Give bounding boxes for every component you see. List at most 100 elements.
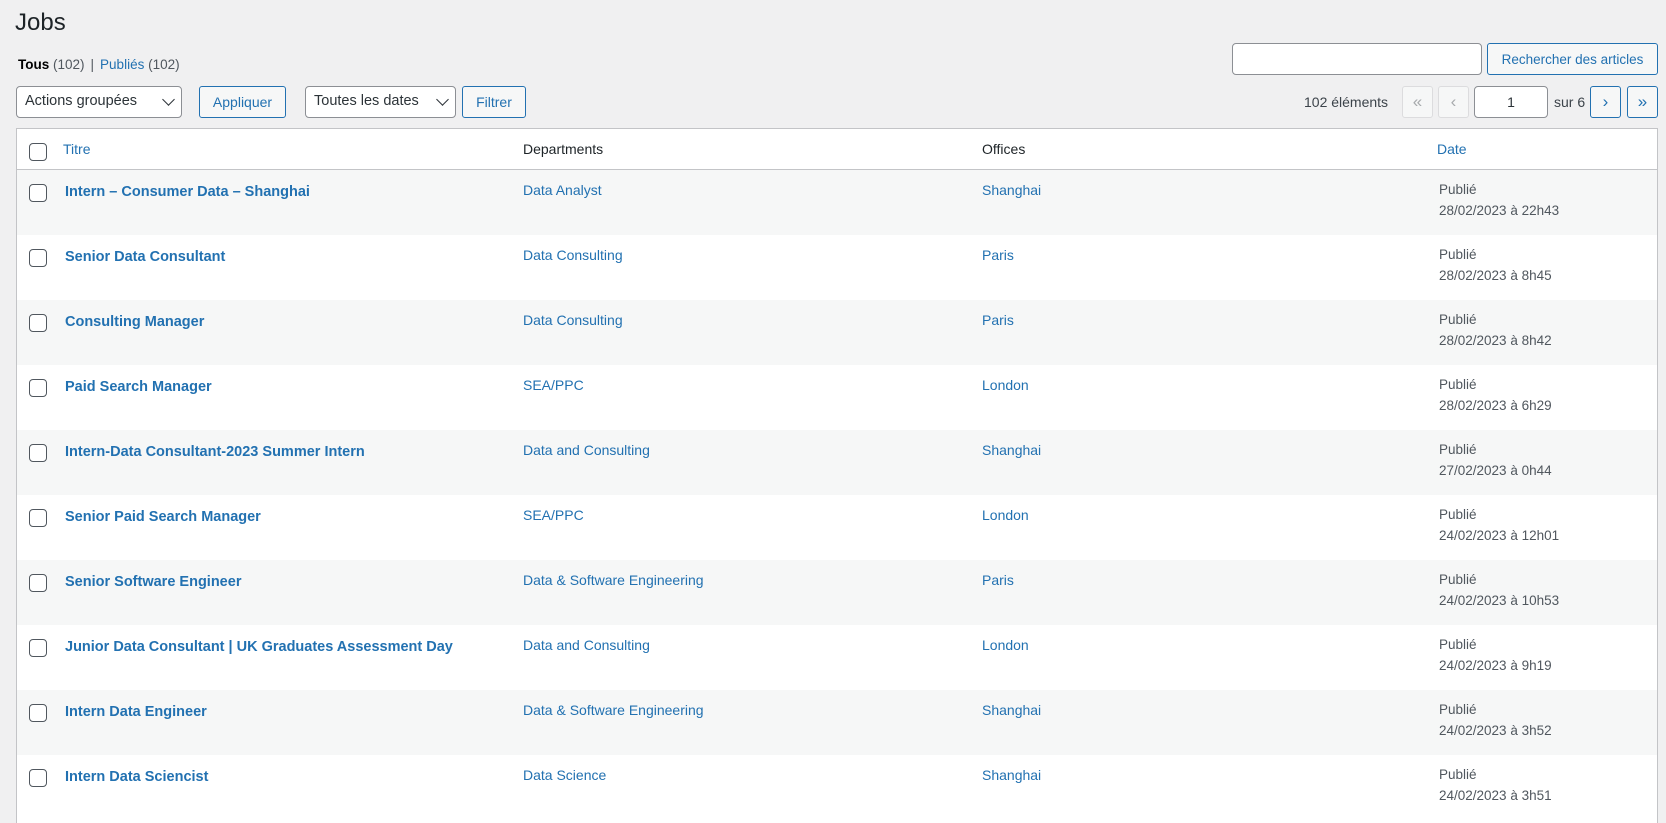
row-checkbox[interactable]	[29, 769, 47, 787]
column-offices: Offices	[982, 141, 1026, 157]
status-label: Publié	[1439, 507, 1477, 522]
date-label: 24/02/2023 à 12h01	[1439, 528, 1560, 543]
job-title-link[interactable]: Senior Software Engineer	[65, 574, 241, 590]
search-input[interactable]	[1232, 43, 1482, 75]
job-title-link[interactable]: Intern-Data Consultant-2023 Summer Inter…	[65, 444, 365, 460]
column-departments: Departments	[523, 141, 604, 157]
status-label: Publié	[1439, 637, 1477, 652]
last-page-button[interactable]: »	[1627, 86, 1658, 118]
table-body: Intern – Consumer Data – Shanghai Data An…	[17, 170, 1657, 820]
date-label: 24/02/2023 à 3h51	[1439, 788, 1552, 803]
status-label: Publié	[1439, 442, 1477, 457]
table-row: Consulting Manager Data Consulting Paris Pu…	[17, 300, 1657, 365]
department-link[interactable]: Data Analyst	[523, 182, 602, 198]
status-label: Publié	[1439, 182, 1477, 197]
table-row: Intern – Consumer Data – Shanghai Data An…	[17, 170, 1657, 235]
select-all-checkbox[interactable]	[29, 143, 47, 161]
table-row: Paid Search Manager SEA/PPC London Publié 28…	[17, 365, 1657, 430]
department-link[interactable]: Data Consulting	[523, 247, 623, 263]
status-label: Publié	[1439, 767, 1477, 782]
date-label: 27/02/2023 à 0h44	[1439, 463, 1552, 478]
first-page-button: «	[1402, 86, 1433, 118]
department-link[interactable]: SEA/PPC	[523, 507, 584, 523]
filter-button[interactable]: Filtrer	[462, 86, 526, 118]
date-label: 28/02/2023 à 6h29	[1439, 398, 1552, 413]
column-date-sort[interactable]: Date	[1437, 141, 1467, 157]
bulk-actions-value: Actions groupées	[25, 93, 138, 109]
filter-separator: |	[90, 57, 95, 72]
row-checkbox[interactable]	[29, 379, 47, 397]
date-filter-value: Toutes les dates	[314, 93, 419, 109]
office-link[interactable]: Paris	[982, 312, 1014, 328]
date-label: 24/02/2023 à 9h19	[1439, 658, 1552, 673]
status-label: Publié	[1439, 377, 1477, 392]
row-checkbox[interactable]	[29, 509, 47, 527]
department-link[interactable]: Data & Software Engineering	[523, 702, 704, 718]
department-link[interactable]: SEA/PPC	[523, 377, 584, 393]
office-link[interactable]: Shanghai	[982, 702, 1041, 718]
filter-published-link[interactable]: Publiés (102)	[100, 57, 180, 72]
row-checkbox[interactable]	[29, 314, 47, 332]
column-title-sort[interactable]: Titre	[63, 141, 90, 157]
department-link[interactable]: Data and Consulting	[523, 637, 650, 653]
department-link[interactable]: Data Science	[523, 767, 606, 783]
next-page-button[interactable]: ›	[1590, 86, 1621, 118]
chevron-down-icon	[436, 93, 449, 106]
chevron-down-icon	[162, 93, 175, 106]
apply-button[interactable]: Appliquer	[199, 86, 286, 118]
table-row: Senior Software Engineer Data & Software …	[17, 560, 1657, 625]
row-checkbox[interactable]	[29, 704, 47, 722]
job-title-link[interactable]: Intern Data Engineer	[65, 704, 207, 720]
office-link[interactable]: Shanghai	[982, 182, 1041, 198]
job-title-link[interactable]: Senior Paid Search Manager	[65, 509, 261, 525]
filter-all-link[interactable]: Tous (102)	[18, 57, 85, 72]
table-row: Intern Data Engineer Data & Software Engi…	[17, 690, 1657, 755]
search-button[interactable]: Rechercher des articles	[1487, 43, 1658, 75]
bulk-actions-select[interactable]: Actions groupées	[16, 86, 182, 118]
job-title-link[interactable]: Consulting Manager	[65, 314, 204, 330]
job-title-link[interactable]: Senior Data Consultant	[65, 249, 225, 265]
office-link[interactable]: Shanghai	[982, 767, 1041, 783]
date-label: 24/02/2023 à 3h52	[1439, 723, 1552, 738]
row-checkbox[interactable]	[29, 249, 47, 267]
date-label: 24/02/2023 à 10h53	[1439, 593, 1560, 608]
status-filter-links: Tous (102) | Publiés (102)	[18, 57, 180, 72]
row-checkbox[interactable]	[29, 184, 47, 202]
date-label: 28/02/2023 à 22h43	[1439, 203, 1560, 218]
row-checkbox[interactable]	[29, 574, 47, 592]
table-row: Senior Paid Search Manager SEA/PPC London P…	[17, 495, 1657, 560]
table-row: Intern Data Sciencist Data Science Shangha…	[17, 755, 1657, 820]
prev-page-button: ‹	[1438, 86, 1469, 118]
job-title-link[interactable]: Intern Data Sciencist	[65, 769, 208, 785]
date-label: 28/02/2023 à 8h45	[1439, 268, 1552, 283]
page-title: Jobs	[15, 9, 66, 36]
status-label: Publié	[1439, 247, 1477, 262]
office-link[interactable]: London	[982, 377, 1029, 393]
table-row: Senior Data Consultant Data Consulting Par…	[17, 235, 1657, 300]
jobs-table: Titre Departments Offices Date Intern – …	[16, 128, 1658, 823]
office-link[interactable]: Paris	[982, 572, 1014, 588]
office-link[interactable]: Shanghai	[982, 442, 1041, 458]
table-row: Intern-Data Consultant-2023 Summer Inter…	[17, 430, 1657, 495]
current-page-input[interactable]: 1	[1474, 86, 1548, 118]
status-label: Publié	[1439, 312, 1477, 327]
date-label: 28/02/2023 à 8h42	[1439, 333, 1552, 348]
office-link[interactable]: London	[982, 507, 1029, 523]
department-link[interactable]: Data Consulting	[523, 312, 623, 328]
row-checkbox[interactable]	[29, 444, 47, 462]
department-link[interactable]: Data and Consulting	[523, 442, 650, 458]
total-pages-label: sur 6	[1554, 94, 1586, 110]
job-title-link[interactable]: Intern – Consumer Data – Shanghai	[65, 184, 310, 200]
status-label: Publié	[1439, 702, 1477, 717]
department-link[interactable]: Data & Software Engineering	[523, 572, 704, 588]
table-row: Junior Data Consultant | UK Graduates As…	[17, 625, 1657, 690]
office-link[interactable]: Paris	[982, 247, 1014, 263]
items-count: 102 éléments	[1304, 94, 1389, 110]
job-title-link[interactable]: Junior Data Consultant | UK Graduates As…	[65, 639, 453, 655]
job-title-link[interactable]: Paid Search Manager	[65, 379, 212, 395]
office-link[interactable]: London	[982, 637, 1029, 653]
date-filter-select[interactable]: Toutes les dates	[305, 86, 456, 118]
table-header: Titre Departments Offices Date	[17, 129, 1657, 170]
row-checkbox[interactable]	[29, 639, 47, 657]
status-label: Publié	[1439, 572, 1477, 587]
